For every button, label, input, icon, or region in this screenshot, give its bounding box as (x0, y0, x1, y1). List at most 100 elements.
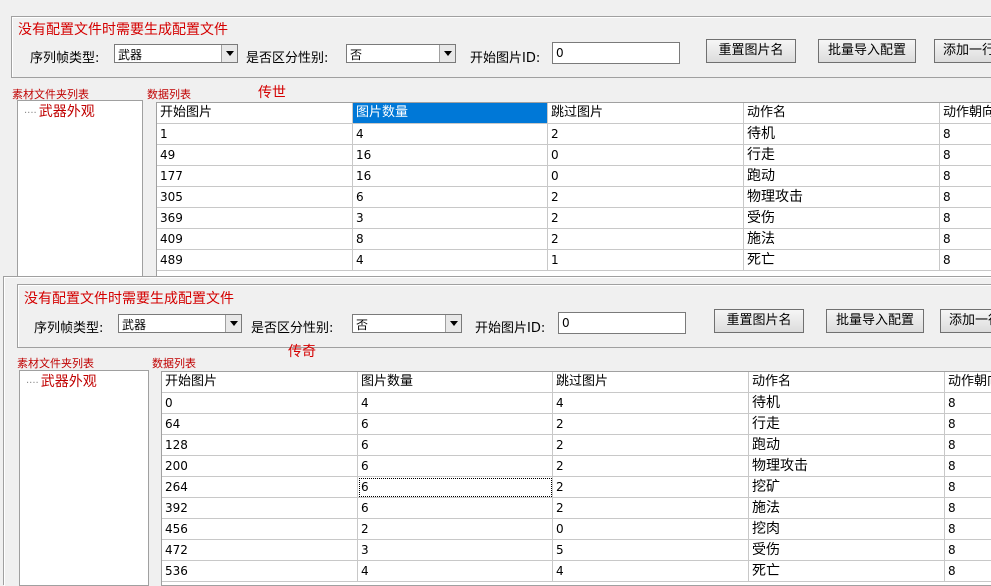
table-cell[interactable]: 305 (157, 187, 353, 208)
table-cell[interactable]: 8 (945, 477, 991, 498)
chevron-down-icon[interactable] (225, 315, 241, 332)
chevron-down-icon[interactable] (439, 45, 455, 62)
column-header[interactable]: 图片数量 (358, 372, 553, 393)
table-cell[interactable]: 死亡 (749, 561, 945, 582)
table-cell[interactable]: 489 (157, 250, 353, 271)
table-row[interactable]: 64 6 2 行走 8 (162, 414, 991, 435)
tree-item[interactable]: ···· 武器外观 (26, 371, 97, 391)
table-cell[interactable]: 1 (548, 250, 744, 271)
top-start-id-input[interactable]: 0 (552, 42, 680, 64)
table-cell[interactable]: 待机 (744, 124, 940, 145)
table-cell[interactable]: 6 (358, 498, 553, 519)
table-cell[interactable]: 2 (553, 477, 749, 498)
table-row[interactable]: 472 3 5 受伤 8 (162, 540, 991, 561)
table-cell[interactable]: 6 (358, 456, 553, 477)
table-row[interactable]: 1 4 2 待机 8 (157, 124, 991, 145)
bottom-start-id-input[interactable]: 0 (558, 312, 686, 334)
top-seq-type-select[interactable]: 武器 (114, 44, 238, 63)
table-cell[interactable]: 死亡 (744, 250, 940, 271)
column-header[interactable]: 开始图片 (157, 103, 353, 124)
table-cell[interactable]: 1 (157, 124, 353, 145)
table-cell[interactable]: 2 (548, 208, 744, 229)
table-row[interactable]: 177 16 0 跑动 8 (157, 166, 991, 187)
table-cell[interactable]: 待机 (749, 393, 945, 414)
column-header[interactable]: 动作朝向 (940, 103, 991, 124)
table-cell[interactable]: 4 (353, 250, 548, 271)
table-cell[interactable]: 5 (553, 540, 749, 561)
bottom-batch-import-button[interactable]: 批量导入配置 (826, 309, 924, 333)
table-cell[interactable]: 施法 (749, 498, 945, 519)
top-gender-select[interactable]: 否 (346, 44, 456, 63)
table-cell[interactable]: 16 (353, 145, 548, 166)
table-cell[interactable]: 392 (162, 498, 358, 519)
table-cell[interactable]: 16 (353, 166, 548, 187)
table-cell[interactable]: 177 (157, 166, 353, 187)
table-cell[interactable]: 施法 (744, 229, 940, 250)
table-cell[interactable]: 8 (940, 187, 991, 208)
table-cell[interactable]: 49 (157, 145, 353, 166)
column-header[interactable]: 开始图片 (162, 372, 358, 393)
table-cell[interactable]: 6 (358, 414, 553, 435)
table-row[interactable]: 536 4 4 死亡 8 (162, 561, 991, 582)
table-cell[interactable]: 8 (940, 166, 991, 187)
column-header[interactable]: 动作名 (744, 103, 940, 124)
table-cell[interactable]: 3 (353, 208, 548, 229)
table-row[interactable]: 456 2 0 挖肉 8 (162, 519, 991, 540)
table-row[interactable]: 305 6 2 物理攻击 8 (157, 187, 991, 208)
table-cell[interactable]: 4 (553, 393, 749, 414)
bottom-gender-select[interactable]: 否 (352, 314, 462, 333)
table-cell[interactable]: 8 (940, 250, 991, 271)
table-cell[interactable]: 128 (162, 435, 358, 456)
table-row[interactable]: 49 16 0 行走 8 (157, 145, 991, 166)
table-cell[interactable]: 369 (157, 208, 353, 229)
table-cell[interactable]: 8 (945, 519, 991, 540)
table-cell[interactable]: 2 (553, 414, 749, 435)
table-cell[interactable]: 8 (940, 124, 991, 145)
column-header[interactable]: 跳过图片 (548, 103, 744, 124)
table-cell[interactable]: 受伤 (744, 208, 940, 229)
table-cell[interactable]: 456 (162, 519, 358, 540)
table-cell[interactable]: 0 (548, 166, 744, 187)
table-cell[interactable]: 4 (358, 561, 553, 582)
table-cell-focused[interactable]: 6 (358, 477, 553, 498)
table-row[interactable]: 128 6 2 跑动 8 (162, 435, 991, 456)
table-cell[interactable]: 4 (358, 393, 553, 414)
table-cell[interactable]: 0 (553, 519, 749, 540)
table-cell[interactable]: 行走 (744, 145, 940, 166)
table-cell[interactable]: 挖矿 (749, 477, 945, 498)
table-cell[interactable]: 4 (553, 561, 749, 582)
top-add-row-button[interactable]: 添加一行 (934, 39, 991, 63)
table-cell[interactable]: 8 (945, 393, 991, 414)
chevron-down-icon[interactable] (221, 45, 237, 62)
table-cell[interactable]: 8 (353, 229, 548, 250)
table-cell[interactable]: 2 (553, 456, 749, 477)
table-cell[interactable]: 2 (548, 124, 744, 145)
table-row[interactable]: 409 8 2 施法 8 (157, 229, 991, 250)
bottom-add-row-button[interactable]: 添加一行 (940, 309, 991, 333)
table-cell[interactable]: 409 (157, 229, 353, 250)
table-cell[interactable]: 3 (358, 540, 553, 561)
table-cell[interactable]: 2 (548, 229, 744, 250)
table-cell[interactable]: 8 (945, 435, 991, 456)
table-cell[interactable]: 受伤 (749, 540, 945, 561)
table-cell[interactable]: 行走 (749, 414, 945, 435)
table-cell[interactable]: 6 (358, 435, 553, 456)
table-cell[interactable]: 跑动 (744, 166, 940, 187)
table-cell[interactable]: 2 (553, 435, 749, 456)
table-cell[interactable]: 8 (940, 145, 991, 166)
top-reset-names-button[interactable]: 重置图片名 (706, 39, 796, 63)
table-cell[interactable]: 8 (945, 540, 991, 561)
table-cell[interactable]: 8 (945, 561, 991, 582)
table-cell[interactable]: 物理攻击 (749, 456, 945, 477)
bottom-reset-names-button[interactable]: 重置图片名 (714, 309, 804, 333)
table-cell[interactable]: 8 (945, 498, 991, 519)
table-row[interactable]: 0 4 4 待机 8 (162, 393, 991, 414)
table-cell[interactable]: 8 (945, 456, 991, 477)
column-header[interactable]: 动作朝向 (945, 372, 991, 393)
table-cell[interactable]: 64 (162, 414, 358, 435)
top-batch-import-button[interactable]: 批量导入配置 (818, 39, 916, 63)
column-header[interactable]: 跳过图片 (553, 372, 749, 393)
table-cell[interactable]: 200 (162, 456, 358, 477)
table-cell[interactable]: 4 (353, 124, 548, 145)
table-cell[interactable]: 0 (548, 145, 744, 166)
